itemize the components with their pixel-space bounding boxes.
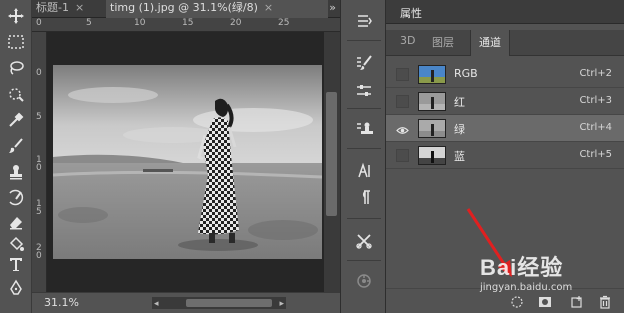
document-tab-untitled[interactable]: 标题-1 ×	[32, 0, 102, 18]
brush-presets-icon[interactable]	[353, 52, 375, 74]
paragraph-panel-icon[interactable]	[353, 186, 375, 208]
clone-source-icon[interactable]	[353, 118, 375, 140]
channel-thumbnail	[418, 92, 446, 111]
ruler-label: 25	[278, 18, 290, 28]
divider	[347, 260, 381, 261]
tab-layers[interactable]: 图层	[432, 34, 454, 50]
ruler-label: 1 5	[36, 199, 42, 217]
channel-name: RGB	[454, 67, 478, 80]
eye-icon[interactable]	[396, 122, 409, 135]
brush-tool-icon[interactable]	[4, 134, 28, 158]
eraser-tool-icon[interactable]	[4, 210, 28, 234]
stamp-tool-icon[interactable]	[4, 160, 28, 184]
marquee-tool-icon[interactable]	[4, 30, 28, 54]
watermark-url: jingyan.baidu.com	[480, 282, 573, 293]
visibility-toggle[interactable]	[396, 149, 409, 162]
tools-panel	[0, 0, 32, 313]
document-tab-title: 标题-1	[36, 1, 69, 14]
adjustments-icon[interactable]	[353, 80, 375, 102]
ruler-label: 2 0	[36, 243, 42, 261]
document-image[interactable]	[53, 65, 322, 259]
more-tabs-icon[interactable]: »	[329, 0, 336, 16]
channel-shortcut: Ctrl+2	[579, 68, 612, 79]
ruler-label: 20	[230, 18, 242, 28]
watermark-brand: Bai经验	[480, 255, 564, 280]
panel-tabs: 3D 图层 通道	[386, 30, 624, 56]
channel-row-rgb[interactable]: RGB Ctrl+2	[386, 61, 624, 88]
ruler-label: 5	[86, 18, 92, 28]
vertical-scrollbar-thumb[interactable]	[326, 92, 337, 216]
horizontal-scrollbar-thumb[interactable]	[186, 299, 272, 307]
panel-icon-strip	[340, 0, 386, 313]
ruler-label: 0	[36, 68, 42, 78]
visibility-toggle[interactable]	[396, 95, 409, 108]
channel-thumbnail	[418, 119, 446, 138]
visibility-toggle[interactable]	[396, 68, 409, 81]
tab-channels[interactable]: 通道	[470, 30, 510, 56]
ruler-label: 5	[36, 112, 42, 122]
3d-panel-icon[interactable]	[353, 270, 375, 292]
channel-name: 蓝	[454, 150, 465, 163]
channel-row-red[interactable]: 红 Ctrl+3	[386, 88, 624, 115]
document-tab-timg[interactable]: timg (1).jpg @ 31.1%(绿/8) ×	[106, 0, 328, 18]
scroll-right-icon[interactable]: ▸	[279, 299, 284, 309]
divider	[347, 148, 381, 149]
eyedropper-tool-icon[interactable]	[4, 108, 28, 132]
status-bar: 31.1% ◂ ▸	[32, 292, 340, 313]
channel-shortcut: Ctrl+3	[579, 95, 612, 106]
zoom-level[interactable]: 31.1%	[44, 296, 79, 309]
vertical-ruler: 0 5 1 0 1 5 2 0	[32, 32, 47, 292]
channel-thumbnail	[418, 65, 446, 84]
channel-row-blue[interactable]: 蓝 Ctrl+5	[386, 142, 624, 169]
close-icon[interactable]: ×	[264, 1, 273, 14]
channel-row-green[interactable]: 绿 Ctrl+4	[386, 115, 624, 142]
quick-selection-tool-icon[interactable]	[4, 82, 28, 106]
horizontal-ruler: 0 5 10 15 20 25	[32, 18, 340, 32]
tab-3d[interactable]: 3D	[400, 34, 415, 47]
history-brush-tool-icon[interactable]	[4, 186, 28, 210]
type-tool-icon[interactable]	[4, 252, 28, 276]
divider	[347, 218, 381, 219]
channel-name: 绿	[454, 123, 465, 136]
ruler-label: 1 0	[36, 155, 42, 173]
horizontal-scrollbar[interactable]: ◂ ▸	[152, 297, 286, 309]
scroll-left-icon[interactable]: ◂	[154, 299, 159, 309]
baidu-watermark: Bai经验 jingyan.baidu.com	[480, 248, 600, 298]
character-panel-icon[interactable]	[353, 160, 375, 182]
channel-name: 红	[454, 96, 465, 109]
history-panel-icon[interactable]	[353, 10, 375, 32]
close-icon[interactable]: ×	[75, 1, 84, 14]
lasso-tool-icon[interactable]	[4, 56, 28, 80]
channel-thumbnail	[418, 146, 446, 165]
pen-tool-icon[interactable]	[4, 276, 28, 300]
channel-shortcut: Ctrl+5	[579, 149, 612, 160]
divider	[347, 108, 381, 109]
document-tab-title: timg (1).jpg @ 31.1%(绿/8)	[110, 1, 258, 14]
ruler-label: 0	[36, 18, 42, 28]
tool-presets-icon[interactable]	[353, 230, 375, 252]
move-tool-icon[interactable]	[4, 4, 28, 28]
channel-shortcut: Ctrl+4	[579, 122, 612, 133]
document-tab-bar: 标题-1 × timg (1).jpg @ 31.1%(绿/8) × »	[32, 0, 340, 18]
panel-header: 属性	[386, 0, 624, 24]
properties-label[interactable]: 属性	[400, 5, 422, 21]
ruler-label: 15	[182, 18, 194, 28]
divider	[347, 40, 381, 41]
ruler-label: 10	[134, 18, 146, 28]
